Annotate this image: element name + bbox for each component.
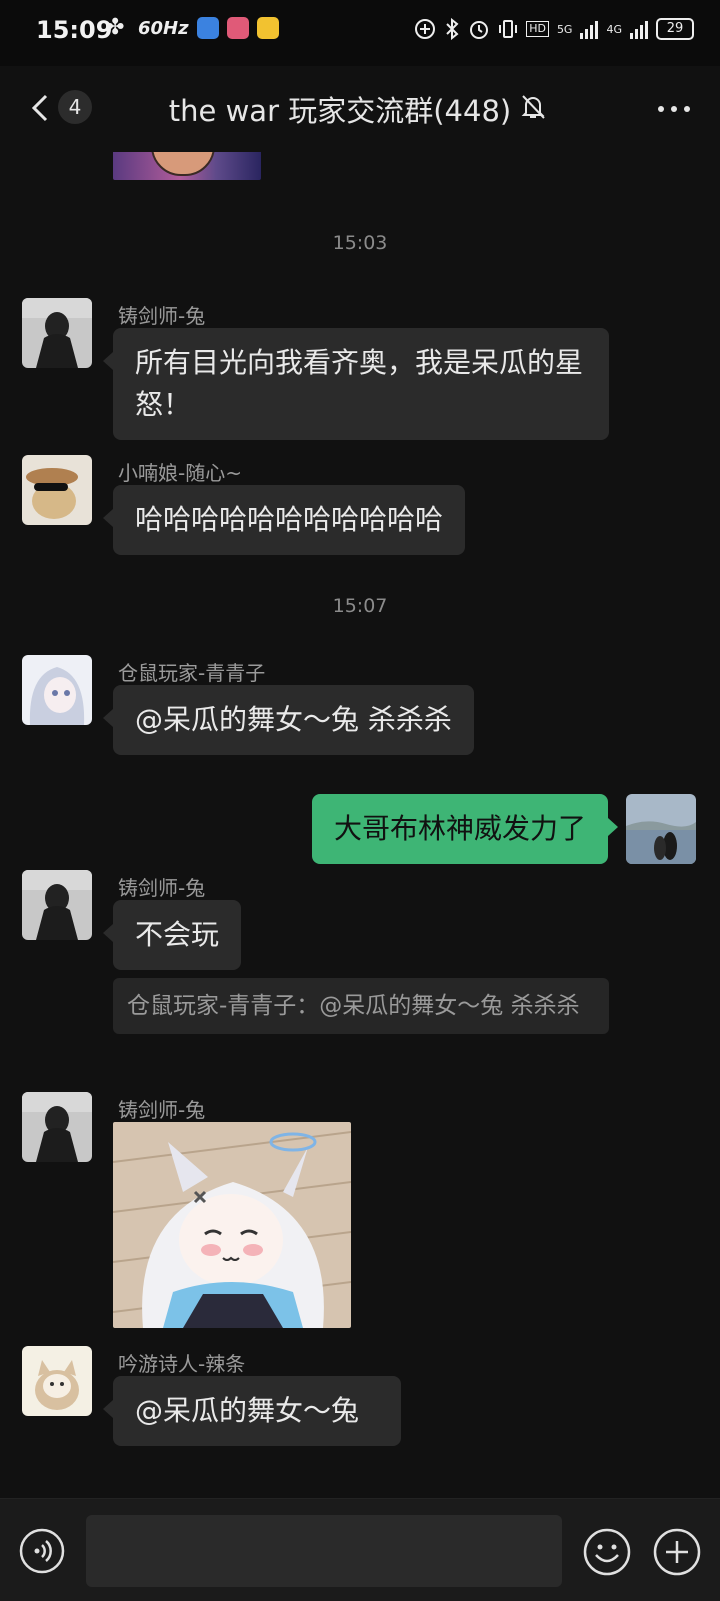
chat-title-text: the war 玩家交流群(448) xyxy=(168,94,512,128)
image-message-partial[interactable] xyxy=(113,152,261,180)
avatar[interactable] xyxy=(22,1092,92,1162)
add-attachment-icon[interactable] xyxy=(652,1527,702,1577)
avatar[interactable] xyxy=(22,1346,92,1416)
input-bar xyxy=(0,1498,720,1601)
quoted-reply[interactable]: 仓鼠玩家-青青子：@呆瓜的舞女～兔 杀杀杀 xyxy=(113,978,609,1034)
alarm-icon xyxy=(470,21,489,39)
app-notification-icon xyxy=(196,17,219,39)
status-bar: 15:09 ✤ 60Hz HD 5G 4G 29 xyxy=(0,0,720,66)
emoji-icon[interactable] xyxy=(582,1527,632,1577)
avatar[interactable] xyxy=(22,455,92,525)
message-bubble[interactable]: 所有目光向我看齐奥，我是呆瓜的星怒！ xyxy=(103,328,609,440)
avatar[interactable] xyxy=(22,870,92,940)
network-type-2: 4G xyxy=(606,22,622,36)
message-list[interactable]: 15:03 铸剑师-兔 所有目光向我看齐奥，我是呆瓜的星怒！ 小喃娘-随心~ 哈… xyxy=(0,152,720,1498)
my-message-bubble[interactable]: 大哥布林神威发力了 xyxy=(311,794,619,864)
timestamp-divider: 15:07 xyxy=(332,595,388,617)
hd-voice-icon: HD xyxy=(526,21,549,37)
avatar[interactable] xyxy=(22,655,92,725)
network-type: 5G xyxy=(556,22,573,36)
mute-bell-icon xyxy=(521,95,545,119)
sender-name: 吟游诗人-辣条 xyxy=(118,1352,246,1376)
message-bubble[interactable]: @呆瓜的舞女～兔 xyxy=(103,1376,401,1446)
more-options-icon[interactable] xyxy=(654,94,694,124)
fan-icon: ✤ xyxy=(106,15,125,40)
timestamp-divider: 15:03 xyxy=(332,232,388,254)
signal-icon-2 xyxy=(630,19,648,39)
chat-header: 4 the war 玩家交流群(448) xyxy=(0,66,720,152)
message-input[interactable] xyxy=(86,1515,562,1587)
vibrate-icon xyxy=(499,20,518,38)
sender-name: 铸剑师-兔 xyxy=(118,304,206,328)
bluetooth-icon xyxy=(446,18,459,40)
tv-app-icon xyxy=(226,17,249,39)
sender-name: 小喃娘-随心~ xyxy=(118,461,242,485)
refresh-rate: 60Hz xyxy=(138,17,189,39)
message-bubble[interactable]: @呆瓜的舞女～兔 杀杀杀 xyxy=(103,685,474,755)
avatar[interactable] xyxy=(22,298,92,368)
sender-name: 铸剑师-兔 xyxy=(118,876,206,900)
status-right-icons: HD 5G 4G 29 xyxy=(414,18,694,40)
message-bubble[interactable]: 哈哈哈哈哈哈哈哈哈哈哈 xyxy=(102,485,466,555)
signal-icon xyxy=(580,19,599,39)
status-time: 15:09 xyxy=(36,16,113,44)
status-left-icons: ✤ 60Hz xyxy=(106,16,279,40)
my-avatar[interactable] xyxy=(626,794,696,864)
meituan-app-icon xyxy=(256,17,279,39)
voice-input-icon[interactable] xyxy=(18,1527,66,1575)
sender-name: 铸剑师-兔 xyxy=(118,1098,206,1122)
battery-icon: 29 xyxy=(656,18,694,40)
chat-title: the war 玩家交流群(448) xyxy=(0,88,720,130)
sticker-image[interactable] xyxy=(113,1122,351,1328)
message-bubble[interactable]: 不会玩 xyxy=(102,900,242,970)
sender-name: 仓鼠玩家-青青子 xyxy=(118,661,266,685)
data-saver-icon xyxy=(415,19,436,39)
